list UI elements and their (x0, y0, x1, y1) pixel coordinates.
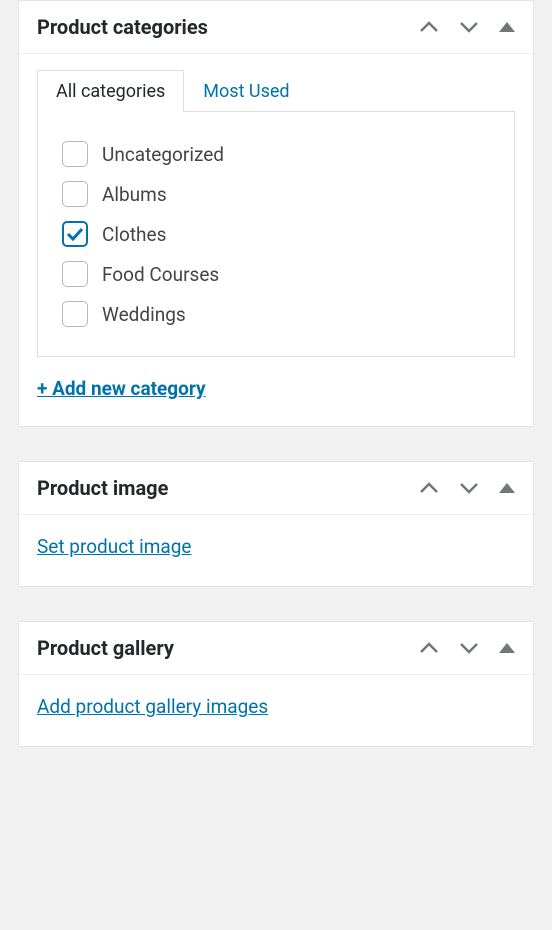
add-new-category-link[interactable]: + Add new category (37, 377, 206, 400)
panel-title: Product categories (37, 15, 208, 39)
product-categories-panel: Product categories All categories Most U… (18, 0, 534, 427)
panel-body-image: Set product image (19, 515, 533, 586)
panel-controls (419, 642, 515, 654)
panel-header-image[interactable]: Product image (19, 462, 533, 515)
category-label: Uncategorized (102, 143, 224, 166)
category-label: Weddings (102, 303, 186, 326)
category-label: Albums (102, 183, 167, 206)
move-down-icon[interactable] (459, 642, 479, 654)
checkbox-food-courses[interactable] (62, 261, 88, 287)
move-up-icon[interactable] (419, 482, 439, 494)
panel-header-gallery[interactable]: Product gallery (19, 622, 533, 675)
category-item: Uncategorized (62, 134, 490, 174)
set-product-image-link[interactable]: Set product image (37, 535, 191, 558)
panel-body-categories: All categories Most Used Uncategorized A… (19, 54, 533, 426)
checkbox-uncategorized[interactable] (62, 141, 88, 167)
category-item: Albums (62, 174, 490, 214)
category-item: Food Courses (62, 254, 490, 294)
category-label: Clothes (102, 223, 166, 246)
panel-title: Product gallery (37, 636, 174, 660)
move-down-icon[interactable] (459, 482, 479, 494)
category-item: Weddings (62, 294, 490, 334)
panel-header-categories[interactable]: Product categories (19, 1, 533, 54)
tab-most-used[interactable]: Most Used (184, 70, 308, 112)
category-list: Uncategorized Albums Clothes Food Course… (37, 111, 515, 357)
collapse-icon[interactable] (499, 483, 515, 493)
collapse-icon[interactable] (499, 643, 515, 653)
move-down-icon[interactable] (459, 21, 479, 33)
panel-controls (419, 482, 515, 494)
product-image-panel: Product image Set product image (18, 461, 534, 587)
panel-title: Product image (37, 476, 168, 500)
product-gallery-panel: Product gallery Add product gallery imag… (18, 621, 534, 747)
move-up-icon[interactable] (419, 21, 439, 33)
checkbox-weddings[interactable] (62, 301, 88, 327)
category-item: Clothes (62, 214, 490, 254)
category-label: Food Courses (102, 263, 219, 286)
checkbox-clothes[interactable] (62, 221, 88, 247)
panel-controls (419, 21, 515, 33)
add-gallery-images-link[interactable]: Add product gallery images (37, 695, 268, 718)
checkbox-albums[interactable] (62, 181, 88, 207)
panel-body-gallery: Add product gallery images (19, 675, 533, 746)
category-tabs: All categories Most Used (37, 70, 515, 112)
collapse-icon[interactable] (499, 22, 515, 32)
move-up-icon[interactable] (419, 642, 439, 654)
tab-all-categories[interactable]: All categories (37, 70, 184, 112)
